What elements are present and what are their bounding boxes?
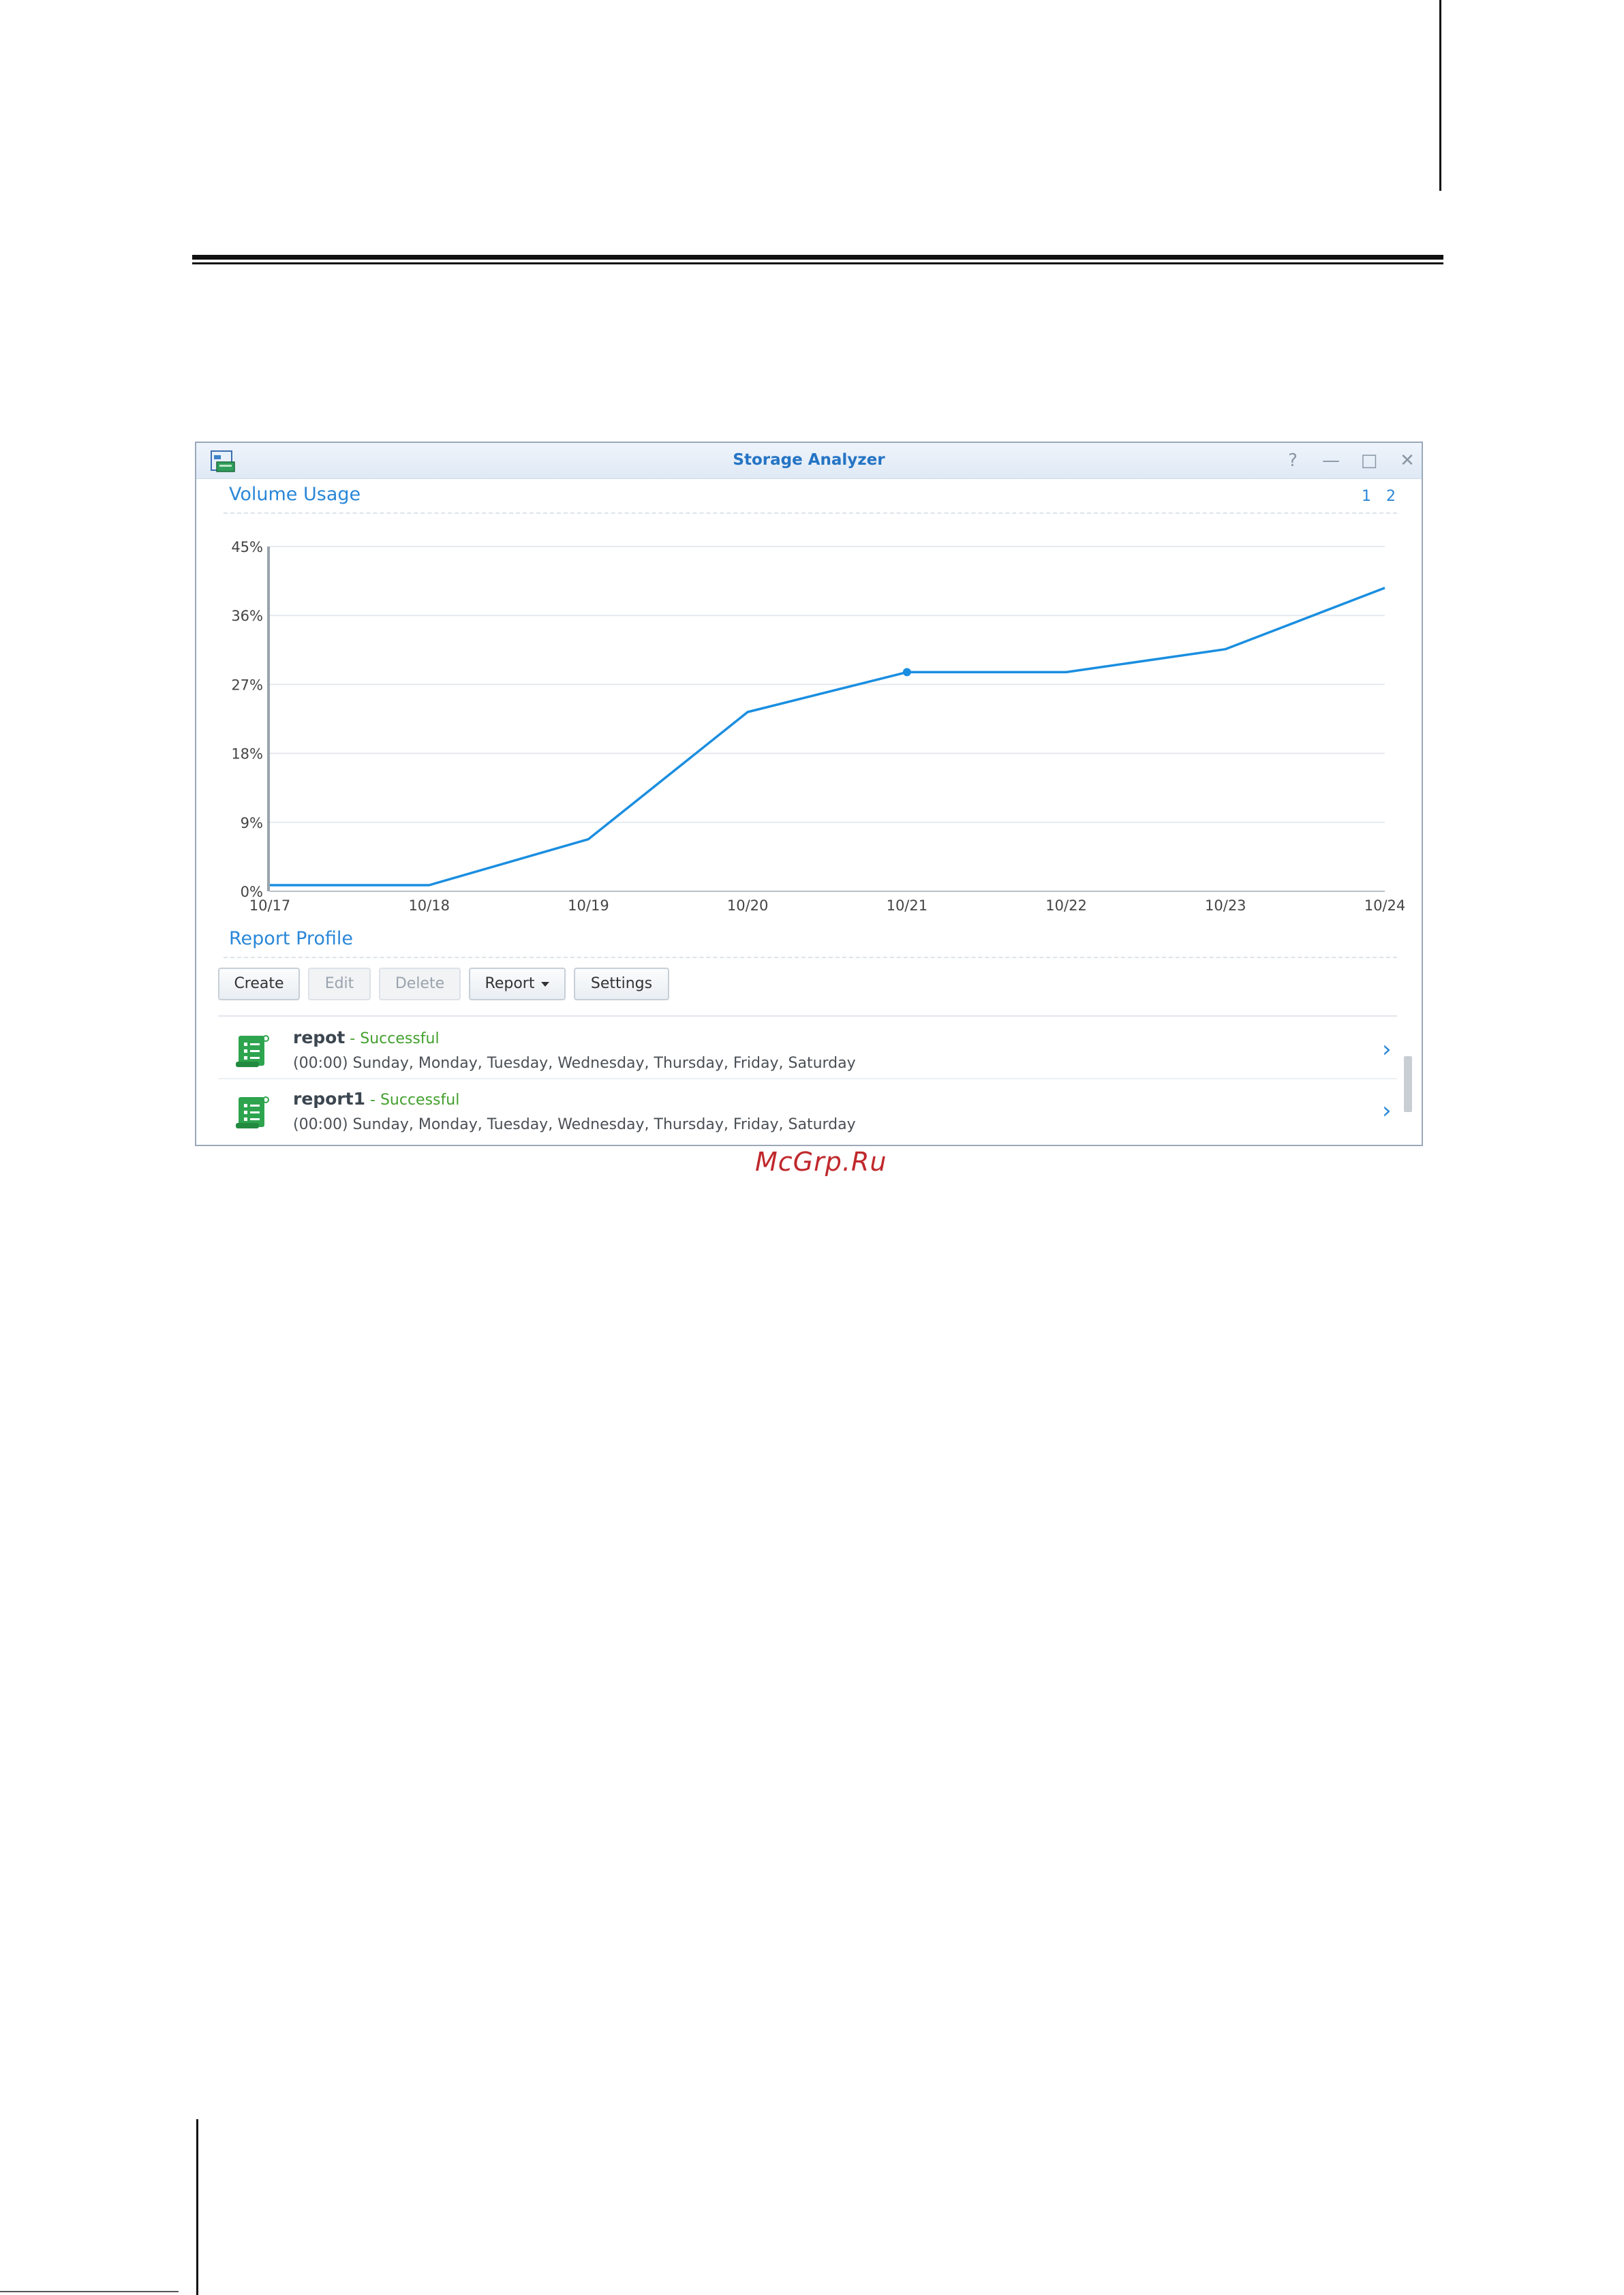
volume-usage-title: Volume Usage: [229, 484, 361, 505]
report-button-label: Report: [485, 975, 535, 992]
report-name: report1 - Successful: [293, 1089, 459, 1109]
y-tick-label: 36%: [231, 608, 263, 624]
series-line: [270, 587, 1385, 887]
list-top-divider: [218, 1015, 1397, 1017]
page-rule-thin: [192, 262, 1443, 264]
report-name-text: report1: [293, 1089, 366, 1109]
y-tick-label: 27%: [231, 677, 263, 693]
volume-usage-chart: 0%9%18%27%36%45%10/17 10/18 10/19 10/20 10/2…: [231, 539, 1406, 913]
minimize-icon[interactable]: —: [1319, 450, 1343, 472]
report-status: - Successful: [365, 1092, 460, 1109]
list-item[interactable]: report1 - Successful (00:00) Sunday, Mon…: [218, 1079, 1397, 1139]
chevron-right-icon[interactable]: ›: [1382, 1097, 1392, 1124]
page-rule-thick: [192, 255, 1443, 260]
chevron-right-icon[interactable]: ›: [1382, 1036, 1392, 1063]
list-scrollbar[interactable]: [1404, 1056, 1412, 1112]
x-tick-label: 10/17: [249, 897, 291, 913]
page-link-2[interactable]: 2: [1386, 488, 1396, 505]
window-title: Storage Analyzer: [733, 451, 885, 469]
list-item[interactable]: repot - Successful (00:00) Sunday, Monda…: [218, 1018, 1397, 1078]
create-button[interactable]: Create: [218, 968, 300, 1000]
x-tick-label: 10/23: [1205, 897, 1246, 913]
delete-button[interactable]: Delete: [379, 968, 461, 1000]
report-scroll-icon: [236, 1035, 269, 1067]
report-status: - Successful: [345, 1030, 440, 1047]
chevron-down-icon: [541, 981, 550, 987]
storage-analyzer-window: Storage Analyzer ? — □ ✕ Volume Usage 1 …: [195, 442, 1423, 1146]
help-icon[interactable]: ?: [1281, 450, 1304, 472]
report-profile-title: Report Profile: [229, 928, 354, 949]
report-name-text: repot: [293, 1028, 346, 1047]
report-schedule: (00:00) Sunday, Monday, Tuesday, Wednesd…: [293, 1116, 856, 1133]
maximize-icon[interactable]: □: [1358, 450, 1381, 472]
close-icon[interactable]: ✕: [1396, 450, 1419, 472]
window-titlebar[interactable]: Storage Analyzer ? — □ ✕: [196, 443, 1422, 479]
settings-button[interactable]: Settings: [574, 968, 669, 1000]
y-tick-label: 18%: [231, 746, 263, 763]
watermark-text: McGrp.Ru: [755, 1147, 887, 1177]
report-schedule: (00:00) Sunday, Monday, Tuesday, Wednesd…: [293, 1055, 856, 1072]
x-tick-label: 10/24: [1364, 897, 1406, 913]
page-rule-vertical-top: [1439, 0, 1441, 191]
volume-usage-divider: [224, 512, 1397, 514]
y-tick-label: 9%: [241, 815, 263, 831]
report-name: repot - Successful: [293, 1028, 440, 1047]
report-scroll-icon: [236, 1096, 269, 1128]
page-rule-footer: [0, 2291, 179, 2292]
x-tick-label: 10/21: [887, 897, 928, 913]
x-tick-label: 10/20: [727, 897, 769, 913]
page-rule-vertical-bottom: [196, 2119, 198, 2295]
report-profile-divider: [224, 957, 1397, 958]
x-tick-label: 10/19: [568, 897, 609, 913]
data-point: [902, 668, 911, 677]
page-link-1[interactable]: 1: [1362, 488, 1371, 505]
report-dropdown-button[interactable]: Report: [469, 968, 566, 1000]
x-tick-label: 10/22: [1045, 897, 1087, 913]
x-tick-label: 10/18: [408, 897, 450, 913]
y-tick-label: 45%: [231, 539, 263, 555]
edit-button[interactable]: Edit: [308, 968, 371, 1000]
